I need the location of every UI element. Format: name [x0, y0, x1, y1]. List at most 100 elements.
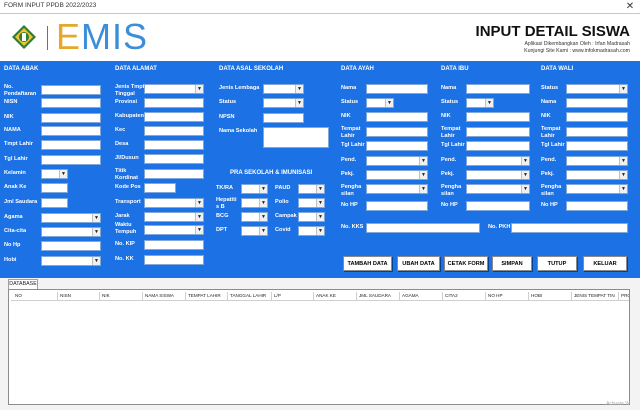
wali-no-hp-field[interactable] — [566, 201, 628, 211]
provinsi-field[interactable] — [144, 98, 204, 108]
jl-dusun-field[interactable] — [144, 154, 204, 164]
nik-field[interactable] — [41, 113, 101, 123]
wali-tgl-lahir-field[interactable] — [566, 141, 628, 151]
dpt-select[interactable]: ▼ — [241, 226, 268, 236]
chevron-down-icon[interactable]: ▼ — [385, 99, 393, 107]
tambah-data-button[interactable]: TAMBAH DATA — [343, 256, 392, 271]
no-kip-field[interactable] — [144, 240, 204, 250]
hepatitis-b-select[interactable]: ▼ — [241, 198, 268, 208]
chevron-down-icon[interactable]: ▼ — [295, 85, 303, 93]
tk-ra-select[interactable]: ▼ — [241, 184, 268, 194]
chevron-down-icon[interactable]: ▼ — [316, 227, 324, 235]
chevron-down-icon[interactable]: ▼ — [521, 157, 529, 165]
chevron-down-icon[interactable]: ▼ — [485, 99, 493, 107]
jml-saudara-field[interactable] — [41, 198, 68, 208]
chevron-down-icon[interactable]: ▼ — [419, 185, 427, 193]
ibu-no-hp-field[interactable] — [466, 201, 530, 211]
chevron-down-icon[interactable]: ▼ — [419, 171, 427, 179]
chevron-down-icon[interactable]: ▼ — [419, 157, 427, 165]
chevron-down-icon[interactable]: ▼ — [59, 170, 67, 178]
ibu-pend-select[interactable]: ▼ — [466, 156, 530, 166]
cita-cita-select[interactable]: ▼ — [41, 227, 101, 237]
chevron-down-icon[interactable]: ▼ — [619, 171, 627, 179]
chevron-down-icon[interactable]: ▼ — [259, 213, 267, 221]
no-pkh-field[interactable] — [511, 223, 628, 233]
chevron-down-icon[interactable]: ▼ — [259, 227, 267, 235]
wali-nama-field[interactable] — [566, 98, 628, 108]
bcg-select[interactable]: ▼ — [241, 212, 268, 222]
kelamin-select[interactable]: ▼ — [41, 169, 68, 179]
chevron-down-icon[interactable]: ▼ — [316, 185, 324, 193]
ibu-penghasilan-select[interactable]: ▼ — [466, 184, 530, 194]
tutup-button[interactable]: TUTUP — [537, 256, 577, 271]
ibu-nama-field[interactable] — [466, 84, 530, 94]
tgl-lahir-field[interactable] — [41, 155, 101, 165]
chevron-down-icon[interactable]: ▼ — [92, 228, 100, 236]
ayah-tempat-lahir-field[interactable] — [366, 127, 428, 137]
kabupaten-field[interactable] — [144, 112, 204, 122]
polio-select[interactable]: ▼ — [298, 198, 325, 208]
ibu-nik-field[interactable] — [466, 112, 530, 122]
ibu-pekj-select[interactable]: ▼ — [466, 170, 530, 180]
cetak-form-button[interactable]: CETAK FORM — [444, 256, 488, 271]
campak-select[interactable]: ▼ — [298, 212, 325, 222]
wali-pekj-select[interactable]: ▼ — [566, 170, 628, 180]
wali-status-select[interactable]: ▼ — [566, 84, 628, 94]
tempat-lahir-field[interactable] — [41, 140, 101, 150]
kec-field[interactable] — [144, 126, 204, 136]
no-pendaftaran-field[interactable] — [41, 85, 101, 95]
wali-tempat-lahir-field[interactable] — [566, 127, 628, 137]
anak-ke-field[interactable] — [41, 183, 68, 193]
chevron-down-icon[interactable]: ▼ — [316, 199, 324, 207]
chevron-down-icon[interactable]: ▼ — [195, 199, 203, 207]
chevron-down-icon[interactable]: ▼ — [92, 214, 100, 222]
tab-database[interactable]: DATABASE — [8, 279, 38, 289]
desa-field[interactable] — [144, 140, 204, 150]
chevron-down-icon[interactable]: ▼ — [195, 85, 203, 93]
database-listbox[interactable] — [8, 289, 630, 405]
kode-pos-field[interactable] — [144, 183, 176, 193]
nisn-field[interactable] — [41, 98, 101, 108]
jenis-lembaga-select[interactable]: ▼ — [263, 84, 304, 94]
nama-sekolah-field[interactable] — [263, 127, 329, 148]
ubah-data-button[interactable]: UBAH DATA — [397, 256, 440, 271]
chevron-down-icon[interactable]: ▼ — [295, 99, 303, 107]
chevron-down-icon[interactable]: ▼ — [259, 185, 267, 193]
close-icon[interactable]: ✕ — [624, 1, 636, 13]
ayah-status-select[interactable]: ▼ — [366, 98, 394, 108]
ayah-no-hp-field[interactable] — [366, 201, 428, 211]
chevron-down-icon[interactable]: ▼ — [92, 257, 100, 265]
chevron-down-icon[interactable]: ▼ — [619, 157, 627, 165]
paud-select[interactable]: ▼ — [298, 184, 325, 194]
titik-kordinat-field[interactable] — [144, 169, 204, 179]
status-sekolah-select[interactable]: ▼ — [263, 98, 304, 108]
ayah-penghasilan-select[interactable]: ▼ — [366, 184, 428, 194]
no-kks-field[interactable] — [366, 223, 480, 233]
ayah-tgl-lahir-field[interactable] — [366, 141, 428, 151]
ayah-nik-field[interactable] — [366, 112, 428, 122]
waktu-tempuh-select[interactable]: ▼ — [144, 225, 204, 235]
agama-select[interactable]: ▼ — [41, 213, 101, 223]
no-hp-field[interactable] — [41, 241, 101, 251]
ibu-status-select[interactable]: ▼ — [466, 98, 494, 108]
jenis-tempat-tinggal-select[interactable]: ▼ — [144, 84, 204, 94]
npsn-field[interactable] — [263, 113, 304, 123]
jarak-select[interactable]: ▼ — [144, 212, 204, 222]
wali-pend-select[interactable]: ▼ — [566, 156, 628, 166]
chevron-down-icon[interactable]: ▼ — [316, 213, 324, 221]
ayah-pekj-select[interactable]: ▼ — [366, 170, 428, 180]
ibu-tempat-lahir-field[interactable] — [466, 127, 530, 137]
simpan-button[interactable]: SIMPAN — [492, 256, 532, 271]
chevron-down-icon[interactable]: ▼ — [195, 213, 203, 221]
ibu-tgl-lahir-field[interactable] — [466, 141, 530, 151]
ayah-nama-field[interactable] — [366, 84, 428, 94]
wali-penghasilan-select[interactable]: ▼ — [566, 184, 628, 194]
nama-field[interactable] — [41, 126, 101, 136]
no-kk-field[interactable] — [144, 255, 204, 265]
ayah-pend-select[interactable]: ▼ — [366, 156, 428, 166]
keluar-button[interactable]: KELUAR — [583, 256, 627, 271]
transport-select[interactable]: ▼ — [144, 198, 204, 208]
chevron-down-icon[interactable]: ▼ — [619, 185, 627, 193]
chevron-down-icon[interactable]: ▼ — [521, 185, 529, 193]
hobi-select[interactable]: ▼ — [41, 256, 101, 266]
